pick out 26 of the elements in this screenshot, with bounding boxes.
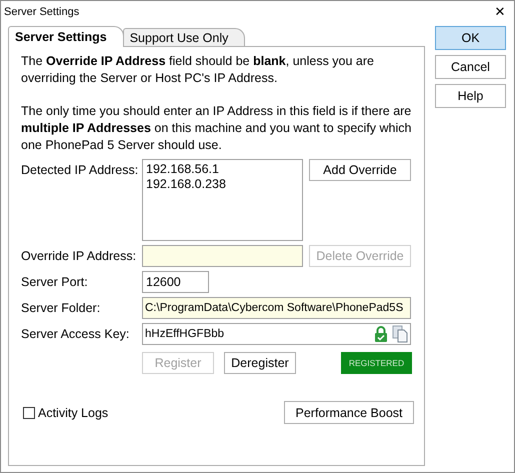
field-label: Detected IP Address: [21,162,140,179]
status-badge: REGISTERED [341,352,412,374]
ip-list[interactable]: 192.168.56.1 192.168.0.238 [142,159,303,241]
list-item[interactable]: 192.168.0.238 [146,177,299,192]
input-field[interactable]: C:\ProgramData\Cybercom Software\PhonePad5S [142,297,411,319]
activity-logs-checkbox[interactable]: Activity Logs [23,406,108,420]
field-label: Server Access Key: [21,326,130,343]
field-label: Override IP Address: [21,248,138,265]
dialog-button[interactable]: Cancel [435,55,506,79]
input-field[interactable]: 12600 [142,271,209,293]
window-title: Server Settings [4,6,80,18]
info-paragraph: The only time you should enter an IP Address in this field is if there are multiple IP Addresses on this machine and you want to specify which one PhonePad 5 Server should use. [21,103,412,154]
input-field[interactable]: hHzEffHGFBbb [142,323,411,345]
list-item[interactable]: 192.168.56.1 [146,162,299,177]
tab[interactable]: Support Use Only [122,28,246,46]
field-label: Server Port: [21,274,89,291]
register-button[interactable]: Deregister [224,352,296,374]
dialog-button[interactable]: Help [435,84,506,108]
performance-boost-button[interactable]: Performance Boost [284,401,414,424]
close-button[interactable]: ✕ [486,1,514,23]
info-paragraph: The Override IP Address field should be blank, unless you are overriding the Server or Host PC's IP Address. [21,53,375,87]
field-label: Server Folder: [21,300,102,317]
add-override-button[interactable]: Add Override [309,159,411,181]
dialog-button[interactable]: OK [435,26,506,50]
key-value: hHzEffHGFBbb [145,327,226,342]
tab[interactable]: Server Settings [8,26,124,47]
